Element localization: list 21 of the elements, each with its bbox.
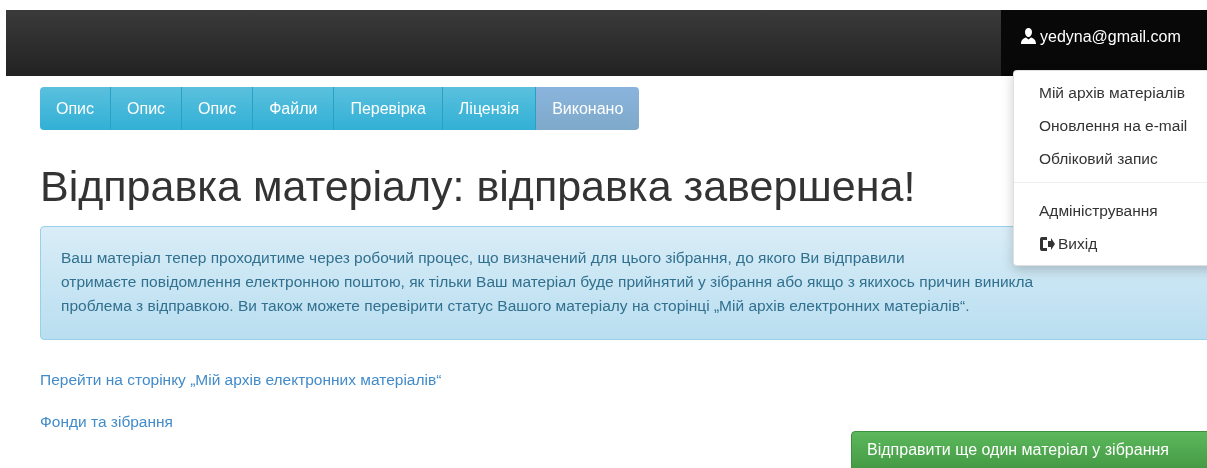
progress-step[interactable]: Файли xyxy=(253,87,335,130)
menu-item[interactable]: Обліковий запис xyxy=(1014,142,1207,175)
progress-step[interactable]: Опис xyxy=(111,87,183,130)
progress-step[interactable]: Ліцензія xyxy=(442,87,537,130)
progress-step[interactable]: Виконано xyxy=(536,87,640,130)
user-menu-toggle[interactable]: yedyna@gmail.com xyxy=(1001,10,1207,76)
menu-item[interactable]: Мій архів матеріалів xyxy=(1014,76,1207,109)
progress-step[interactable]: Опис xyxy=(40,87,112,130)
collections-link[interactable]: Фонди та зібрання xyxy=(40,410,173,434)
menu-item[interactable]: Вихід xyxy=(1014,227,1207,260)
submit-another-button[interactable]: Відправити ще один матеріал у зібрання xyxy=(851,431,1207,468)
alert-text-line: отримаєте повідомлення електронною поштою, як тільки Ваш матеріал буде прийнятий у зібрання або якщо з якихось причин виникла xyxy=(61,271,1035,292)
menu-item[interactable]: Адміністрування xyxy=(1014,194,1207,227)
page-heading: Відправка матеріалу: відправка завершена! xyxy=(40,161,916,212)
menu-item[interactable]: Оновлення на e-mail xyxy=(1014,109,1207,142)
progress-step[interactable]: Перевірка xyxy=(334,87,443,130)
user-icon xyxy=(1021,28,1036,44)
progress-step[interactable]: Опис xyxy=(182,87,254,130)
alert-text-line: проблема з відправкою. Ви також можете перевірити статус Вашого матеріалу на сторінці „Мій архів електронних матеріалів“. xyxy=(61,295,971,316)
archive-link[interactable]: Перейти на сторінку „Мій архів електронних матеріалів“ xyxy=(40,367,442,391)
logout-icon xyxy=(1039,236,1055,251)
